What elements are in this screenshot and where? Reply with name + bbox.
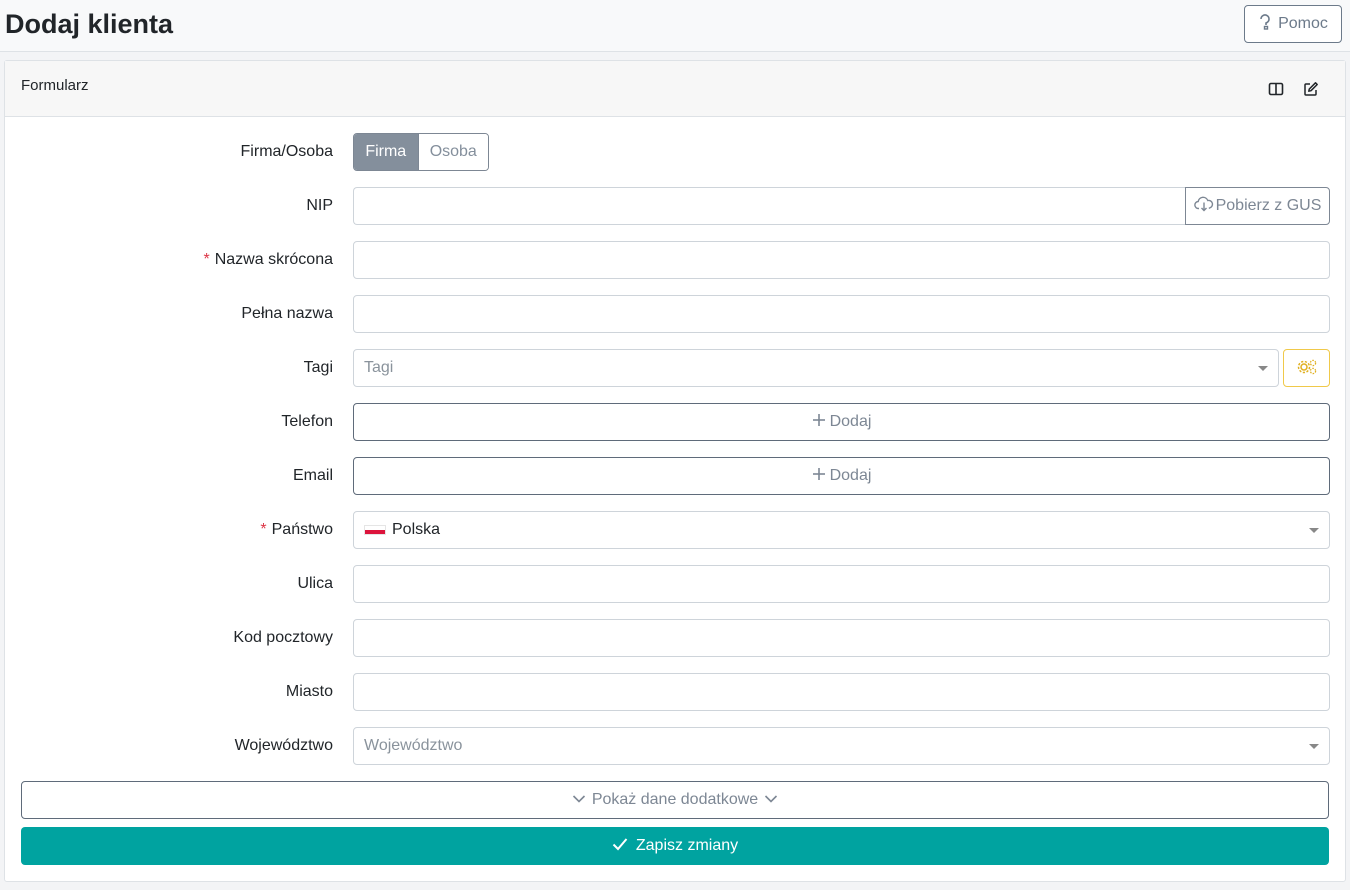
required-mark: * xyxy=(260,521,267,538)
full-name-input[interactable] xyxy=(353,295,1330,333)
nip-input[interactable] xyxy=(353,187,1185,225)
help-button[interactable]: Pomoc xyxy=(1244,5,1342,43)
show-more-label: Pokaż dane dodatkowe xyxy=(591,791,759,808)
top-bar: Dodaj klienta Pomoc xyxy=(0,0,1350,52)
row-email: Email Dodaj xyxy=(5,457,1345,495)
card-header: Formularz xyxy=(5,61,1345,117)
type-option-firma[interactable]: Firma xyxy=(354,134,418,170)
province-label: Województwo xyxy=(234,737,333,754)
add-phone-label: Dodaj xyxy=(829,413,872,430)
tags-select[interactable]: Tagi xyxy=(353,349,1279,387)
gears-icon xyxy=(1296,358,1318,379)
country-label-text: Państwo xyxy=(271,521,333,538)
street-input[interactable] xyxy=(353,565,1330,603)
help-icon xyxy=(1258,13,1272,35)
row-type: Firma/Osoba Firma Osoba xyxy=(5,133,1345,171)
plus-icon xyxy=(812,467,826,486)
poland-flag-icon xyxy=(364,525,386,535)
type-label: Firma/Osoba xyxy=(240,143,333,160)
row-tags: Tagi Tagi xyxy=(5,349,1345,387)
card-title: Formularz xyxy=(21,77,89,94)
required-mark: * xyxy=(203,251,210,268)
tags-label: Tagi xyxy=(303,359,333,376)
province-placeholder: Województwo xyxy=(364,737,463,754)
postal-code-label: Kod pocztowy xyxy=(233,629,333,646)
row-postal-code: Kod pocztowy xyxy=(5,619,1345,657)
plus-icon xyxy=(812,413,826,432)
tags-placeholder: Tagi xyxy=(364,359,394,376)
province-select[interactable]: Województwo xyxy=(353,727,1330,765)
save-label: Zapisz zmiany xyxy=(635,837,739,854)
row-nip: NIP Pobierz z GUS xyxy=(5,187,1345,225)
row-full-name: Pełna nazwa xyxy=(5,295,1345,333)
save-button[interactable]: Zapisz zmiany xyxy=(21,827,1329,865)
city-label: Miasto xyxy=(285,683,333,700)
add-email-label: Dodaj xyxy=(829,467,872,484)
chevron-down-icon xyxy=(1309,528,1319,533)
add-phone-button[interactable]: Dodaj xyxy=(353,403,1330,441)
help-label: Pomoc xyxy=(1278,15,1328,32)
short-name-input[interactable] xyxy=(353,241,1330,279)
gus-button-label: Pobierz z GUS xyxy=(1215,197,1322,214)
short-name-label-text: Nazwa skrócona xyxy=(214,251,333,268)
street-label: Ulica xyxy=(297,575,333,592)
email-label: Email xyxy=(292,467,333,484)
gus-download-button[interactable]: Pobierz z GUS xyxy=(1185,187,1330,225)
country-value: Polska xyxy=(392,521,441,538)
row-city: Miasto xyxy=(5,673,1345,711)
chevron-down-icon xyxy=(1258,366,1268,371)
add-email-button[interactable]: Dodaj xyxy=(353,457,1330,495)
form-card: Formularz Firma/Osoba Firma Osoba NIP Po… xyxy=(4,60,1346,882)
country-select[interactable]: Polska xyxy=(353,511,1330,549)
city-input[interactable] xyxy=(353,673,1330,711)
edit-icon[interactable] xyxy=(1302,80,1320,98)
chevron-down-icon xyxy=(572,791,586,809)
row-short-name: * Nazwa skrócona xyxy=(5,241,1345,279)
page-title: Dodaj klienta xyxy=(5,9,174,39)
check-icon xyxy=(612,837,628,856)
chevron-down-icon xyxy=(1309,744,1319,749)
show-more-button[interactable]: Pokaż dane dodatkowe xyxy=(21,781,1329,819)
chevron-down-icon xyxy=(764,791,778,809)
short-name-label: * Nazwa skrócona xyxy=(203,241,333,279)
type-option-osoba[interactable]: Osoba xyxy=(417,134,488,170)
nip-group: Pobierz z GUS xyxy=(353,187,1330,225)
full-name-label: Pełna nazwa xyxy=(241,305,333,322)
row-country: * Państwo Polska xyxy=(5,511,1345,549)
columns-layout-icon[interactable] xyxy=(1267,80,1285,98)
phone-label: Telefon xyxy=(281,413,333,430)
row-street: Ulica xyxy=(5,565,1345,603)
row-phone: Telefon Dodaj xyxy=(5,403,1345,441)
row-province: Województwo Województwo xyxy=(5,727,1345,765)
cloud-download-icon xyxy=(1193,196,1214,217)
country-label: * Państwo xyxy=(260,511,333,549)
postal-code-input[interactable] xyxy=(353,619,1330,657)
tags-settings-button[interactable] xyxy=(1283,349,1330,387)
nip-label: NIP xyxy=(306,197,333,214)
type-toggle: Firma Osoba xyxy=(353,133,489,171)
